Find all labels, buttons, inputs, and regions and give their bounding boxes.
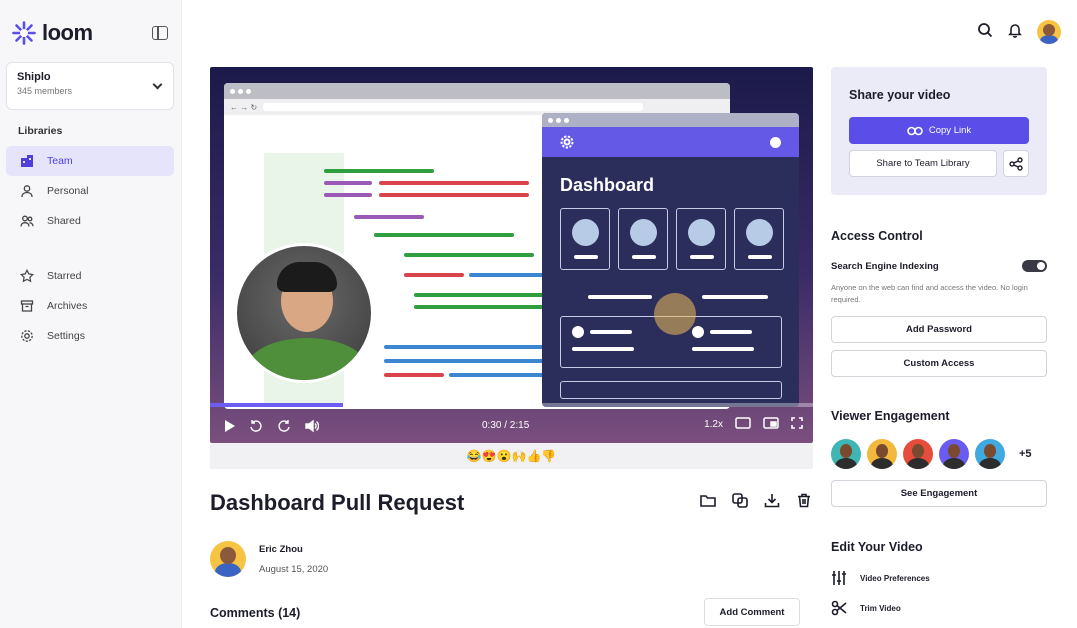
sidebar-item-shared[interactable]: Shared xyxy=(6,206,174,236)
search-indexing-toggle[interactable] xyxy=(1022,260,1047,272)
forward-icon[interactable] xyxy=(277,419,291,433)
edit-video-heading: Edit Your Video xyxy=(831,540,923,554)
sidebar-item-archives[interactable]: Archives xyxy=(6,291,174,321)
people-icon xyxy=(20,214,34,228)
video-controls: 0:30 / 2:15 1.2x xyxy=(210,409,813,443)
video-frame-dashboard: Dashboard xyxy=(542,113,799,407)
trash-icon[interactable] xyxy=(796,493,812,513)
rewind-icon[interactable] xyxy=(249,419,263,433)
loom-logo-icon xyxy=(12,21,36,45)
video-progress-bar[interactable] xyxy=(210,403,813,407)
share-options-button[interactable] xyxy=(1003,150,1029,177)
share-title: Share your video xyxy=(849,88,951,102)
viewer-avatar[interactable] xyxy=(975,439,1005,469)
sidebar: loom Shiplo 345 members Libraries Team P… xyxy=(0,0,182,628)
playback-speed[interactable]: 1.2x xyxy=(704,419,723,430)
sidebar-item-label: Starred xyxy=(47,270,82,282)
volume-icon[interactable] xyxy=(305,419,319,433)
sidebar-item-settings[interactable]: Settings xyxy=(6,321,174,351)
top-toolbar xyxy=(977,20,1061,44)
search-indexing-label: Search Engine Indexing xyxy=(831,261,939,272)
video-actions xyxy=(700,493,812,513)
play-icon[interactable] xyxy=(224,420,235,432)
webcam-bubble xyxy=(234,243,374,383)
add-comment-button[interactable]: Add Comment xyxy=(704,598,800,626)
sidebar-item-label: Shared xyxy=(47,215,81,227)
share-to-team-button[interactable]: Share to Team Library xyxy=(849,150,997,177)
search-indexing-description: Anyone on the web can find and access th… xyxy=(831,283,1028,304)
download-icon[interactable] xyxy=(764,493,780,513)
scissors-icon xyxy=(831,600,847,616)
picture-in-picture-icon[interactable] xyxy=(763,417,779,432)
video-preferences-item[interactable]: Video Preferences xyxy=(831,570,930,586)
captions-icon[interactable] xyxy=(735,417,751,432)
sidebar-item-label: Settings xyxy=(47,330,85,342)
archive-icon xyxy=(20,299,34,313)
workspace-switcher[interactable]: Shiplo 345 members xyxy=(6,62,174,110)
video-title: Dashboard Pull Request xyxy=(210,490,465,515)
libraries-label: Libraries xyxy=(18,125,63,137)
star-icon xyxy=(20,269,34,283)
loom-logo[interactable]: loom xyxy=(12,20,93,46)
video-player[interactable]: ← → ↻ Dashboard 0:30 / 2:15 1.2x xyxy=(210,67,813,443)
fullscreen-icon[interactable] xyxy=(791,417,803,432)
link-icon xyxy=(907,126,923,135)
sidebar-item-starred[interactable]: Starred xyxy=(6,261,174,291)
add-password-button[interactable]: Add Password xyxy=(831,316,1047,343)
video-preferences-label: Video Preferences xyxy=(860,573,930,583)
access-control-heading: Access Control xyxy=(831,229,923,243)
video-progress-fill xyxy=(210,403,343,407)
gear-icon xyxy=(20,329,34,343)
bell-icon[interactable] xyxy=(1007,22,1023,43)
workspace-name: Shiplo xyxy=(17,71,51,83)
viewer-avatar[interactable] xyxy=(903,439,933,469)
search-icon[interactable] xyxy=(977,22,993,43)
user-avatar[interactable] xyxy=(1037,20,1061,44)
video-time: 0:30 / 2:15 xyxy=(482,420,530,431)
author-avatar[interactable] xyxy=(210,541,246,577)
copy-link-button[interactable]: Copy Link xyxy=(849,117,1029,144)
see-engagement-button[interactable]: See Engagement xyxy=(831,480,1047,507)
person-icon xyxy=(20,184,34,198)
sidebar-collapse-icon[interactable] xyxy=(152,26,168,40)
sidebar-item-team[interactable]: Team xyxy=(6,146,174,176)
building-icon xyxy=(20,154,34,168)
viewer-avatar[interactable] xyxy=(867,439,897,469)
emoji-reactions[interactable]: 😂😍😮🙌👍👎 xyxy=(210,443,813,469)
more-viewers-count[interactable]: +5 xyxy=(1019,448,1032,460)
viewer-engagement-heading: Viewer Engagement xyxy=(831,409,950,423)
author-name[interactable]: Eric Zhou xyxy=(259,544,303,555)
video-date: August 15, 2020 xyxy=(259,564,329,575)
dashboard-title: Dashboard xyxy=(560,175,655,195)
sliders-icon xyxy=(832,571,846,585)
viewer-avatar[interactable] xyxy=(939,439,969,469)
sidebar-item-label: Archives xyxy=(47,300,88,312)
sidebar-item-label: Team xyxy=(47,155,73,167)
sidebar-item-label: Personal xyxy=(47,185,89,197)
copy-link-label: Copy Link xyxy=(928,125,972,136)
viewer-avatar[interactable] xyxy=(831,439,861,469)
viewer-avatars: +5 xyxy=(831,439,1032,469)
workspace-members: 345 members xyxy=(17,86,73,96)
sidebar-item-personal[interactable]: Personal xyxy=(6,176,174,206)
comments-label: Comments (14) xyxy=(210,606,301,620)
custom-access-button[interactable]: Custom Access xyxy=(831,350,1047,377)
folder-icon[interactable] xyxy=(700,493,716,513)
share-card: Share your video Copy Link Share to Team… xyxy=(831,67,1047,195)
duplicate-icon[interactable] xyxy=(732,493,748,513)
trim-video-item[interactable]: Trim Video xyxy=(831,600,901,616)
trim-video-label: Trim Video xyxy=(860,603,901,613)
share-icon xyxy=(1009,156,1023,171)
logo-text: loom xyxy=(42,20,93,45)
